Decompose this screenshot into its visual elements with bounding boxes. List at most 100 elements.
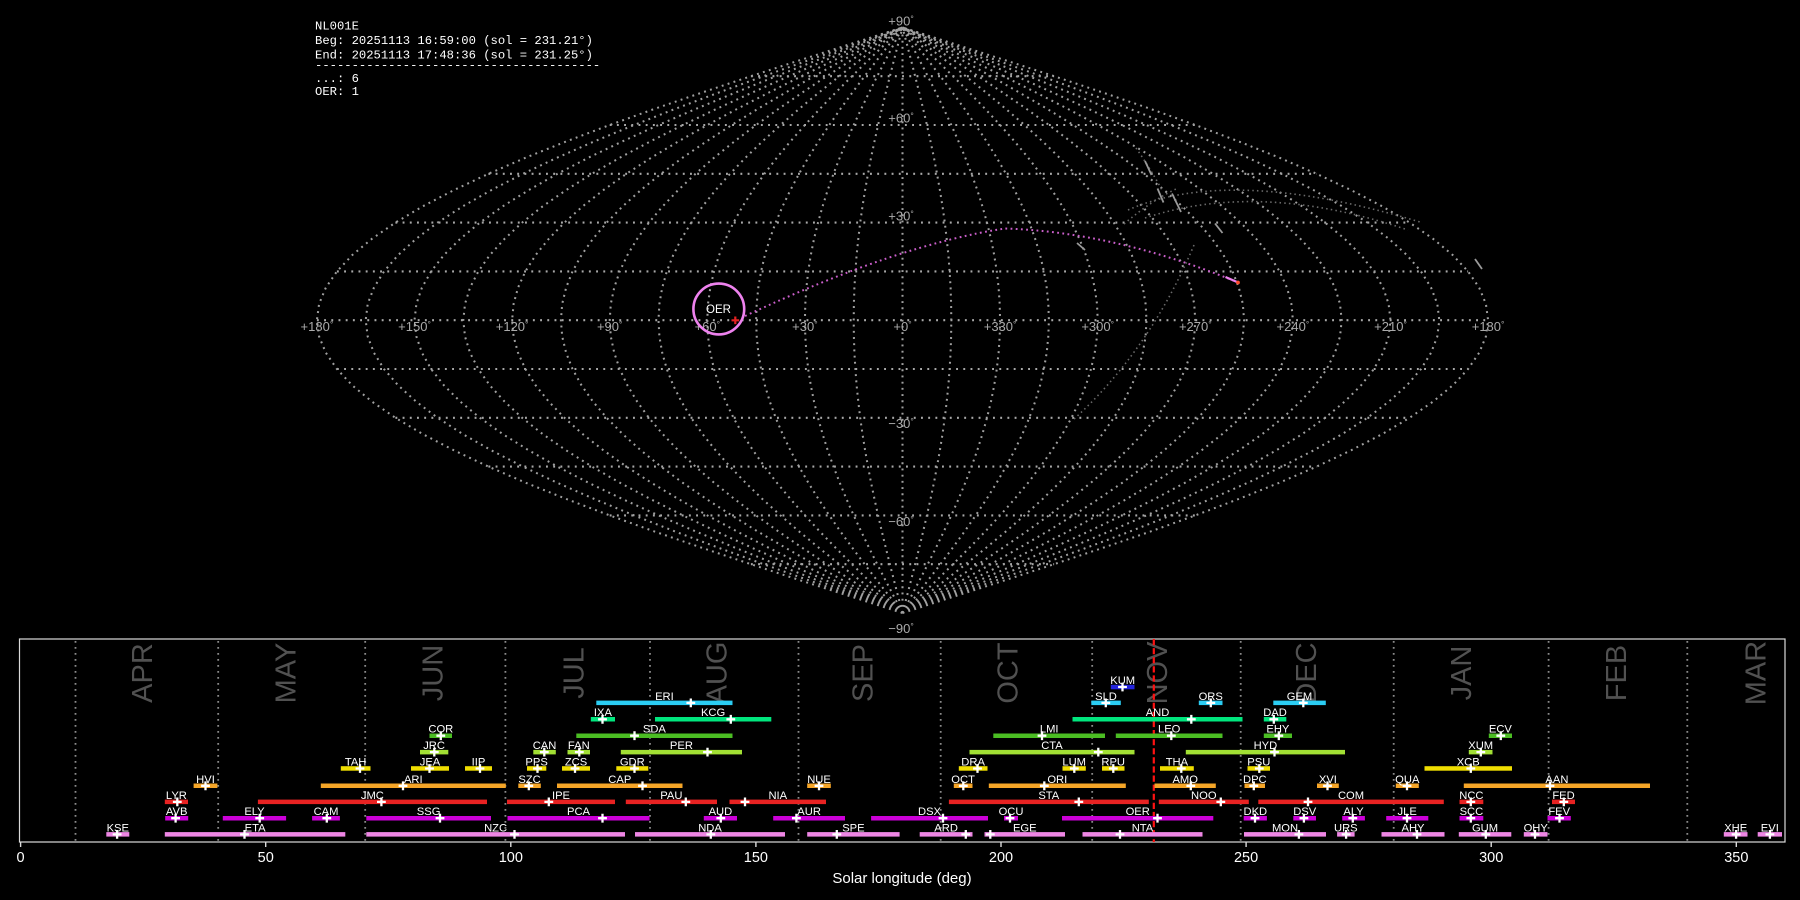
svg-text:ERI: ERI [655, 691, 674, 703]
svg-text:RPU: RPU [1101, 757, 1125, 769]
svg-text:NZC: NZC [484, 822, 507, 834]
svg-text:FAN: FAN [568, 740, 590, 752]
svg-text:OER: OER [706, 304, 731, 316]
svg-text:−90°: −90° [888, 621, 913, 636]
svg-text:50: 50 [258, 850, 274, 866]
svg-text:OER: 1: OER: 1 [315, 85, 359, 99]
svg-text:+330°: +330° [984, 319, 1017, 334]
svg-text:OCT: OCT [951, 774, 975, 786]
svg-text:NIA: NIA [768, 790, 787, 802]
svg-text:NCC: NCC [1459, 790, 1483, 802]
svg-text:−60°: −60° [888, 514, 913, 529]
svg-text:EGE: EGE [1013, 822, 1037, 834]
svg-text:SPE: SPE [842, 822, 864, 834]
svg-text:+150°: +150° [398, 319, 431, 334]
svg-text:PER: PER [670, 740, 693, 752]
svg-text:FED: FED [1552, 790, 1574, 802]
svg-text:AAN: AAN [1545, 774, 1568, 786]
svg-text:JLE: JLE [1398, 806, 1417, 818]
svg-text:QUA: QUA [1395, 774, 1420, 786]
svg-text:XCB: XCB [1457, 757, 1480, 769]
svg-text:+180°: +180° [301, 319, 334, 334]
svg-text:PPS: PPS [525, 757, 547, 769]
svg-text:ALY: ALY [1343, 806, 1364, 818]
svg-text:XHE: XHE [1724, 822, 1747, 834]
svg-text:JRC: JRC [423, 740, 445, 752]
svg-text:SDA: SDA [643, 724, 667, 736]
svg-text:AUG: AUG [702, 642, 734, 705]
svg-text:AMO: AMO [1172, 774, 1198, 786]
svg-text:STA: STA [1038, 790, 1059, 802]
svg-text:GDR: GDR [620, 757, 645, 769]
svg-text:ORI: ORI [1047, 774, 1067, 786]
svg-text:ELY: ELY [244, 806, 265, 818]
svg-text:OCT: OCT [993, 642, 1025, 704]
svg-text:TAH: TAH [345, 757, 367, 769]
svg-text:+30°: +30° [888, 209, 913, 224]
svg-text:+90°: +90° [597, 319, 622, 334]
svg-text:DKD: DKD [1243, 806, 1267, 818]
svg-text:ETA: ETA [245, 822, 266, 834]
svg-text:KCG: KCG [701, 707, 725, 719]
svg-text:APR: APR [127, 643, 159, 703]
svg-text:DPC: DPC [1243, 774, 1267, 786]
svg-text:AHY: AHY [1401, 822, 1425, 834]
svg-text:COM: COM [1338, 790, 1364, 802]
svg-text:ORS: ORS [1199, 691, 1223, 703]
svg-text:EHY: EHY [1266, 724, 1290, 736]
svg-text:NDA: NDA [698, 822, 722, 834]
svg-text:EVI: EVI [1761, 822, 1779, 834]
svg-text:OHY: OHY [1524, 822, 1549, 834]
svg-text:NL001E: NL001E [315, 19, 359, 33]
svg-text:SZC: SZC [518, 774, 540, 786]
svg-text:250: 250 [1234, 850, 1258, 866]
svg-text:DRA: DRA [961, 757, 985, 769]
svg-text:AND: AND [1146, 707, 1170, 719]
svg-text:JUN: JUN [418, 645, 450, 701]
svg-text:...: 6: ...: 6 [315, 72, 359, 86]
svg-text:LEO: LEO [1158, 724, 1181, 736]
svg-text:DSX: DSX [918, 806, 942, 818]
svg-text:ARD: ARD [934, 822, 958, 834]
svg-text:FEB: FEB [1601, 645, 1633, 701]
svg-text:ZCS: ZCS [565, 757, 587, 769]
svg-text:150: 150 [744, 850, 768, 866]
svg-text:JUL: JUL [558, 647, 590, 699]
svg-text:NUE: NUE [807, 774, 831, 786]
svg-text:MAY: MAY [271, 643, 303, 704]
svg-text:MON: MON [1272, 822, 1298, 834]
svg-text:+120°: +120° [496, 319, 529, 334]
svg-text:+270°: +270° [1179, 319, 1212, 334]
svg-text:URS: URS [1334, 822, 1358, 834]
svg-text:KSE: KSE [107, 822, 129, 834]
svg-text:ECV: ECV [1489, 724, 1513, 736]
svg-text:+240°: +240° [1277, 319, 1310, 334]
svg-text:NOV: NOV [1142, 641, 1174, 705]
svg-text:IXA: IXA [594, 707, 613, 719]
svg-text:SEP: SEP [848, 644, 880, 702]
svg-text:+180°: +180° [1472, 319, 1505, 334]
svg-text:CAP: CAP [608, 774, 631, 786]
svg-text:NOO: NOO [1191, 790, 1217, 802]
svg-text:PSU: PSU [1247, 757, 1270, 769]
svg-text:+60°: +60° [888, 111, 913, 126]
svg-text:JAN: JAN [1446, 646, 1478, 701]
svg-text:GUM: GUM [1472, 822, 1498, 834]
svg-text:XVI: XVI [1319, 774, 1337, 786]
svg-text:THA: THA [1166, 757, 1189, 769]
svg-text:OER: OER [1126, 806, 1150, 818]
svg-text:IIP: IIP [472, 757, 486, 769]
svg-text:LUM: LUM [1062, 757, 1086, 769]
svg-text:CTA: CTA [1041, 740, 1063, 752]
svg-text:200: 200 [989, 850, 1013, 866]
svg-text:NTA: NTA [1132, 822, 1154, 834]
svg-text:Beg: 20251113 16:59:00 (sol =: Beg: 20251113 16:59:00 (sol = 231.21°) [315, 34, 593, 48]
svg-text:SLD: SLD [1095, 691, 1117, 703]
svg-text:IPE: IPE [552, 790, 570, 802]
svg-text:JMC: JMC [361, 790, 384, 802]
svg-text:−30°: −30° [888, 416, 913, 431]
svg-text:PCA: PCA [567, 806, 591, 818]
svg-text:+90°: +90° [888, 14, 913, 29]
svg-text:GEM: GEM [1287, 691, 1312, 703]
svg-text:+30°: +30° [792, 319, 817, 334]
